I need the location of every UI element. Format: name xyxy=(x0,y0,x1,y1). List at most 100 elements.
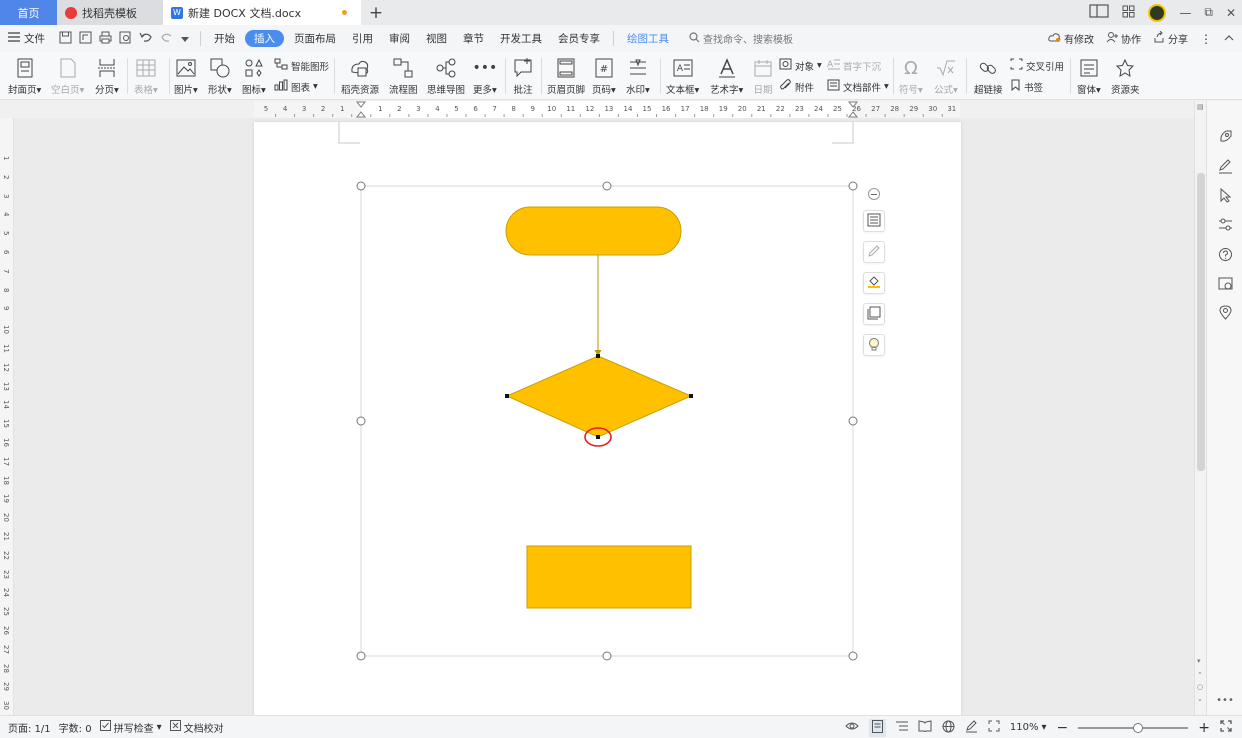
menu-view[interactable]: 视图 xyxy=(418,25,455,52)
layout-icon[interactable] xyxy=(1089,4,1109,21)
tab-document[interactable]: W 新建 DOCX 文档.docx xyxy=(163,0,361,25)
minimize-button[interactable]: — xyxy=(1179,6,1191,20)
watermark-button[interactable]: 水印▾ xyxy=(626,52,650,96)
resize-handle[interactable] xyxy=(848,651,858,661)
fit-page-icon[interactable] xyxy=(988,720,1000,735)
menu-drawing-tools[interactable]: 绘图工具 xyxy=(619,25,677,52)
library-button[interactable]: 资源夹 xyxy=(1111,52,1140,96)
cover-page-button[interactable]: 封面页▾ xyxy=(8,52,41,96)
table-button[interactable]: 表格▾ xyxy=(134,52,158,96)
next-page-icon[interactable]: ⌄ xyxy=(1197,695,1203,703)
connection-point[interactable] xyxy=(596,354,600,358)
quick-launch-icon[interactable] xyxy=(1216,127,1234,145)
reading-view-icon[interactable] xyxy=(918,720,932,735)
window-form-button[interactable]: 窗体▾ xyxy=(1077,52,1101,96)
eye-protection-icon[interactable] xyxy=(845,720,859,735)
vertical-scrollbar[interactable]: ▤ ▾ ⌃ ○ ⌄ xyxy=(1194,101,1206,715)
doc-parts-button[interactable]: 文档部件 ▾ xyxy=(827,79,889,94)
resources-button[interactable]: 稻壳资源 xyxy=(341,52,379,96)
redo-icon[interactable] xyxy=(160,31,174,46)
fullscreen-icon[interactable] xyxy=(1220,720,1232,735)
chart-button[interactable]: 图表 ▾ xyxy=(274,79,318,94)
date-button[interactable]: 日期 xyxy=(752,52,774,96)
flowchart-process-shape[interactable] xyxy=(526,545,692,609)
fill-button[interactable] xyxy=(863,272,885,294)
menu-page-layout[interactable]: 页面布局 xyxy=(286,25,344,52)
flowchart-terminator-shape[interactable] xyxy=(505,206,682,256)
save-icon[interactable] xyxy=(59,31,72,47)
ruler-toggle-icon[interactable]: ▤ xyxy=(1197,103,1204,111)
page-number-button[interactable]: # 页码▾ xyxy=(592,52,616,96)
help-icon[interactable] xyxy=(1216,245,1234,263)
horizontal-ruler[interactable]: 5 4 3 2 1 1 2 3 4 5 6 7 8 9 10 11 12 13 14 15 16 17 18 19 20 21 22… xyxy=(254,101,960,118)
flowchart-button[interactable]: 流程图 xyxy=(389,52,418,96)
file-menu[interactable]: 文件 xyxy=(0,25,53,52)
browse-object-icon[interactable]: ○ xyxy=(1197,683,1203,691)
header-footer-button[interactable]: 页眉页脚 xyxy=(547,52,585,96)
prev-page-icon[interactable]: ⌃ xyxy=(1197,671,1203,679)
resize-handle[interactable] xyxy=(602,181,612,191)
share-button[interactable]: 分享 xyxy=(1153,30,1188,46)
menu-insert[interactable]: 插入 xyxy=(245,30,284,47)
scroll-down-icon[interactable]: ▾ xyxy=(1197,657,1201,665)
edit-pen-icon[interactable] xyxy=(1216,157,1234,175)
customize-toolbar-icon[interactable] xyxy=(181,32,189,46)
backup-cloud-icon[interactable] xyxy=(1216,274,1234,292)
scrollbar-thumb[interactable] xyxy=(1197,173,1205,471)
mindmap-button[interactable]: 思维导图 xyxy=(427,52,465,96)
layout-options-button[interactable] xyxy=(863,210,885,232)
resize-handle[interactable] xyxy=(356,416,366,426)
avatar[interactable] xyxy=(1148,3,1167,22)
collapse-ribbon-icon[interactable] xyxy=(1224,33,1234,44)
print-preview-icon[interactable] xyxy=(119,31,132,47)
proofread-button[interactable]: 文档校对 xyxy=(169,720,224,735)
resize-handle[interactable] xyxy=(848,181,858,191)
collapse-toolbar-button[interactable] xyxy=(868,188,880,200)
attachment-button[interactable]: 附件 xyxy=(779,79,814,94)
outline-button[interactable] xyxy=(863,241,885,263)
undo-icon[interactable] xyxy=(139,31,153,46)
dropcap-button[interactable]: A 首字下沉 xyxy=(827,58,881,73)
menu-developer[interactable]: 开发工具 xyxy=(492,25,550,52)
symbol-button[interactable]: Ω 符号▾ xyxy=(899,52,923,97)
menu-references[interactable]: 引用 xyxy=(344,25,381,52)
page-indicator[interactable]: 页面: 1/1 xyxy=(8,720,51,735)
wordart-button[interactable]: 艺术字▾ xyxy=(710,52,743,96)
select-cursor-icon[interactable] xyxy=(1216,186,1234,204)
word-count[interactable]: 字数: 0 xyxy=(59,720,92,735)
textbox-button[interactable]: A 文本框▾ xyxy=(666,52,699,96)
collab-button[interactable]: 协作 xyxy=(1106,31,1141,46)
new-tab-button[interactable]: + xyxy=(361,0,391,25)
write-mode-icon[interactable] xyxy=(965,719,978,736)
flowchart-decision-shape[interactable] xyxy=(505,355,693,438)
comment-button[interactable]: 批注 xyxy=(512,52,534,96)
resize-handle[interactable] xyxy=(356,181,366,191)
location-pin-icon[interactable] xyxy=(1216,303,1234,321)
zoom-knob[interactable] xyxy=(1133,722,1144,733)
smart-tips-button[interactable] xyxy=(863,334,885,356)
more-horizontal-icon[interactable]: ••• xyxy=(1216,691,1234,709)
shape-button[interactable]: 形状▾ xyxy=(208,52,232,96)
restore-button[interactable]: ⧉ xyxy=(1204,5,1213,20)
connection-point[interactable] xyxy=(689,394,693,398)
formula-button[interactable]: 公式▾ xyxy=(934,52,958,96)
resize-handle[interactable] xyxy=(848,416,858,426)
blank-page-button[interactable]: 空白页▾ xyxy=(51,52,84,96)
object-button[interactable]: 对象 ▾ xyxy=(779,58,822,73)
menu-review[interactable]: 审阅 xyxy=(381,25,418,52)
zoom-in-button[interactable]: + xyxy=(1198,720,1210,736)
close-button[interactable]: ✕ xyxy=(1226,6,1236,20)
menu-start[interactable]: 开始 xyxy=(206,25,243,52)
menu-member[interactable]: 会员专享 xyxy=(550,25,608,52)
export-pdf-icon[interactable] xyxy=(79,31,92,47)
more-button[interactable]: ••• 更多▾ xyxy=(473,52,498,96)
tab-template[interactable]: 找稻壳模板 xyxy=(57,0,163,25)
hyperlink-button[interactable]: 超链接 xyxy=(974,52,1003,96)
document-canvas[interactable] xyxy=(14,118,1194,715)
icon-button[interactable]: 图标▾ xyxy=(242,52,266,96)
spell-check-button[interactable]: 拼写检查 ▾ xyxy=(99,720,162,735)
shape-effects-button[interactable] xyxy=(863,303,885,325)
vertical-ruler[interactable]: 1 2 3 4 5 6 7 8 9 10 11 12 13 14 15 16 17 18 19 20 21 22 23 24 2… xyxy=(0,118,14,715)
web-view-icon[interactable] xyxy=(942,720,955,736)
print-icon[interactable] xyxy=(99,31,112,47)
